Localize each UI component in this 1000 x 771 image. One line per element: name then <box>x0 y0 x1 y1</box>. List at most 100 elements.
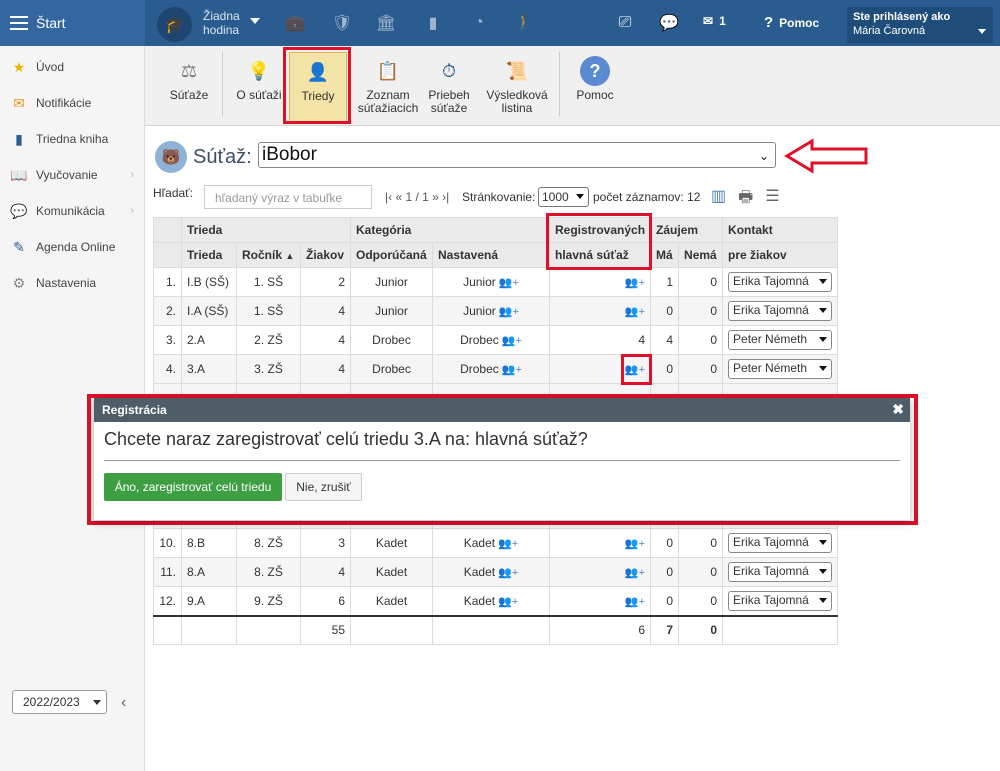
messages-button[interactable]: ✉ 1 <box>703 14 726 28</box>
paging-select[interactable]: 1000 <box>538 187 589 207</box>
cell-nastavena[interactable]: Drobec 👥+ <box>432 354 550 384</box>
col-ma[interactable]: Má <box>650 242 680 268</box>
col-trieda[interactable]: Trieda <box>181 242 237 268</box>
cast-icon[interactable]: ⎚ <box>615 13 635 33</box>
chat-icon: 💬 <box>10 202 28 219</box>
ribbon-priebeh-sutaze-button[interactable]: ⏱ Priebeh súťaže <box>423 52 475 122</box>
ribbon-triedy-button[interactable]: 👤 Triedy <box>289 52 347 122</box>
cell-odporucana: Junior <box>350 296 433 326</box>
col-ziakov[interactable]: Žiakov <box>300 242 351 268</box>
sidebar-item-notifikacie[interactable]: ✉ Notifikácie <box>0 85 144 121</box>
envelope-icon: ✉ <box>13 94 25 111</box>
contact-select[interactable]: Erika Tajomná <box>728 533 833 553</box>
cell-rocnik: 3. ZŠ <box>236 354 301 384</box>
briefcase-icon[interactable]: 💼 <box>285 13 305 33</box>
row-number: 10. <box>153 528 182 558</box>
school-year-select[interactable]: 2022/2023 <box>12 690 107 714</box>
col-pre-ziakov[interactable]: pre žiakov <box>722 242 839 268</box>
walking-people-icon[interactable]: 🚶 <box>514 13 534 33</box>
cell-registered[interactable]: 👥+ <box>548 586 652 616</box>
cell-nastavena[interactable]: Kadet 👥+ <box>432 528 550 558</box>
confirm-register-button[interactable]: Áno, zaregistrovať celú triedu <box>104 473 282 501</box>
add-user-icon[interactable]: 👥+ <box>496 306 519 318</box>
sidebar-item-triedna-kniha[interactable]: ▮ Triedna kniha <box>0 121 144 157</box>
register-class-icon[interactable]: 👥+ <box>625 364 645 376</box>
cell-nastavena[interactable]: Junior 👥+ <box>432 296 550 326</box>
collapse-sidebar-icon[interactable]: ‹ <box>121 694 126 712</box>
sidebar-item-uvod[interactable]: ★ Úvod <box>0 49 144 85</box>
col-hlavna-sutaz[interactable]: hlavná súťaž <box>548 242 652 268</box>
ribbon-sutaze-button[interactable]: ⚖ Súťaže <box>163 52 215 122</box>
add-user-icon[interactable]: 👥+ <box>495 596 518 608</box>
cancel-button[interactable]: Nie, zrušiť <box>285 473 362 501</box>
add-user-icon[interactable]: 👥+ <box>499 335 522 347</box>
cell-registered[interactable]: 👥+ <box>548 354 652 384</box>
cell-kontakt: Erika Tajomná <box>722 267 839 297</box>
search-input[interactable]: hľadaný výraz v tabuľke <box>204 185 372 209</box>
cell-registered[interactable]: 👥+ <box>548 296 652 326</box>
cell-nastavena[interactable]: Drobec 👥+ <box>432 325 550 355</box>
columns-icon[interactable]: ▥ <box>711 186 726 213</box>
register-class-icon[interactable]: 👥+ <box>625 306 645 318</box>
print-icon[interactable]: 🖶 <box>738 186 753 213</box>
cell-registered[interactable]: 4 <box>548 325 652 355</box>
close-icon[interactable]: ✖ <box>892 401 904 418</box>
competition-select[interactable]: iBobor ⌄ <box>258 142 776 168</box>
help-button[interactable]: ? Pomoc <box>764 14 819 31</box>
cell-rocnik: 1. SŠ <box>236 267 301 297</box>
register-class-icon[interactable]: 👥+ <box>625 596 645 608</box>
totals-row: 55 6 7 0 <box>153 614 839 645</box>
bar-chart-icon[interactable]: ▮ <box>423 13 443 33</box>
contact-select[interactable]: Erika Tajomná <box>728 272 833 292</box>
chevron-down-icon[interactable] <box>250 18 260 24</box>
cell-registered[interactable]: 👥+ <box>548 528 652 558</box>
contact-select[interactable]: Peter Németh <box>728 330 833 350</box>
add-user-icon[interactable]: 👥+ <box>495 538 518 550</box>
compass-icon[interactable]: ◔ <box>469 13 489 33</box>
paging-label: Stránkovanie: <box>462 190 536 204</box>
cell-registered[interactable]: 👥+ <box>548 267 652 297</box>
sidebar-item-vyucovanie[interactable]: 📖 Vyučovanie › <box>0 157 144 193</box>
register-class-icon[interactable]: 👥+ <box>625 277 645 289</box>
cell-nastavena[interactable]: Kadet 👥+ <box>432 557 550 587</box>
contact-select[interactable]: Erika Tajomná <box>728 562 833 582</box>
user-menu[interactable]: Ste prihlásený ako Mária Čarovná <box>847 7 993 43</box>
contact-select[interactable]: Erika Tajomná <box>728 590 833 611</box>
register-class-icon[interactable]: 👥+ <box>625 538 645 550</box>
add-user-icon[interactable]: 👥+ <box>496 277 519 289</box>
ribbon-pomoc-button[interactable]: ? Pomoc <box>571 52 619 122</box>
add-user-icon[interactable]: 👥+ <box>495 567 518 579</box>
start-menu-button[interactable]: Štart <box>0 0 145 46</box>
cell-nastavena[interactable]: Junior 👥+ <box>432 267 550 297</box>
ribbon-o-sutazi-button[interactable]: 💡 O súťaži <box>231 52 287 122</box>
graduation-cap-icon[interactable]: 🎓 <box>157 7 192 42</box>
cell-nema: 0 <box>678 586 724 616</box>
col-odporucana[interactable]: Odporúčaná <box>350 242 433 268</box>
ribbon-vysledkova-listina-button[interactable]: 📜 Výsledková listina <box>483 52 551 122</box>
user-label: Ste prihlásený ako <box>853 11 951 23</box>
cell-nastavena[interactable]: Kadet 👥+ <box>432 586 550 616</box>
table-row: 4. 3.A 3. ZŠ 4 Drobec Drobec 👥+ 👥+ 0 0 Peter Néme… <box>153 354 839 384</box>
bank-icon[interactable]: 🏛 <box>376 13 396 33</box>
cell-registered[interactable]: 👥+ <box>548 557 652 587</box>
lesson-selector[interactable]: Žiadna hodina <box>203 9 240 37</box>
col-nema[interactable]: Nemá <box>678 242 724 268</box>
sidebar-item-nastavenia[interactable]: ⚙ Nastavenia <box>0 265 144 301</box>
contact-select[interactable]: Erika Tajomná <box>728 301 833 321</box>
sidebar-item-komunikacia[interactable]: 💬 Komunikácia › <box>0 193 144 229</box>
pager[interactable]: |‹ « 1 / 1 » ›| <box>385 190 449 204</box>
open-book-icon: 📖 <box>10 166 28 183</box>
chat-bubbles-icon[interactable]: 💬 <box>659 13 679 33</box>
certificate-icon: 📜 <box>505 60 529 81</box>
register-class-icon[interactable]: 👥+ <box>625 567 645 579</box>
ribbon-zoznam-sutaziacich-button[interactable]: 📋 Zoznam súťažiacich <box>357 52 419 122</box>
shield-icon[interactable]: 🛡 <box>332 13 352 33</box>
col-nastavena[interactable]: Nastavená <box>432 242 550 268</box>
sidebar-item-agenda-online[interactable]: ✎ Agenda Online <box>0 229 144 265</box>
cell-trieda: 8.A <box>181 557 237 587</box>
list-icon[interactable]: ☰ <box>765 186 779 213</box>
contact-select[interactable]: Peter Németh <box>728 359 833 379</box>
col-rocnik[interactable]: Ročník ▲ <box>236 242 301 268</box>
clipboard-icon: 📋 <box>376 60 400 81</box>
add-user-icon[interactable]: 👥+ <box>499 364 522 376</box>
